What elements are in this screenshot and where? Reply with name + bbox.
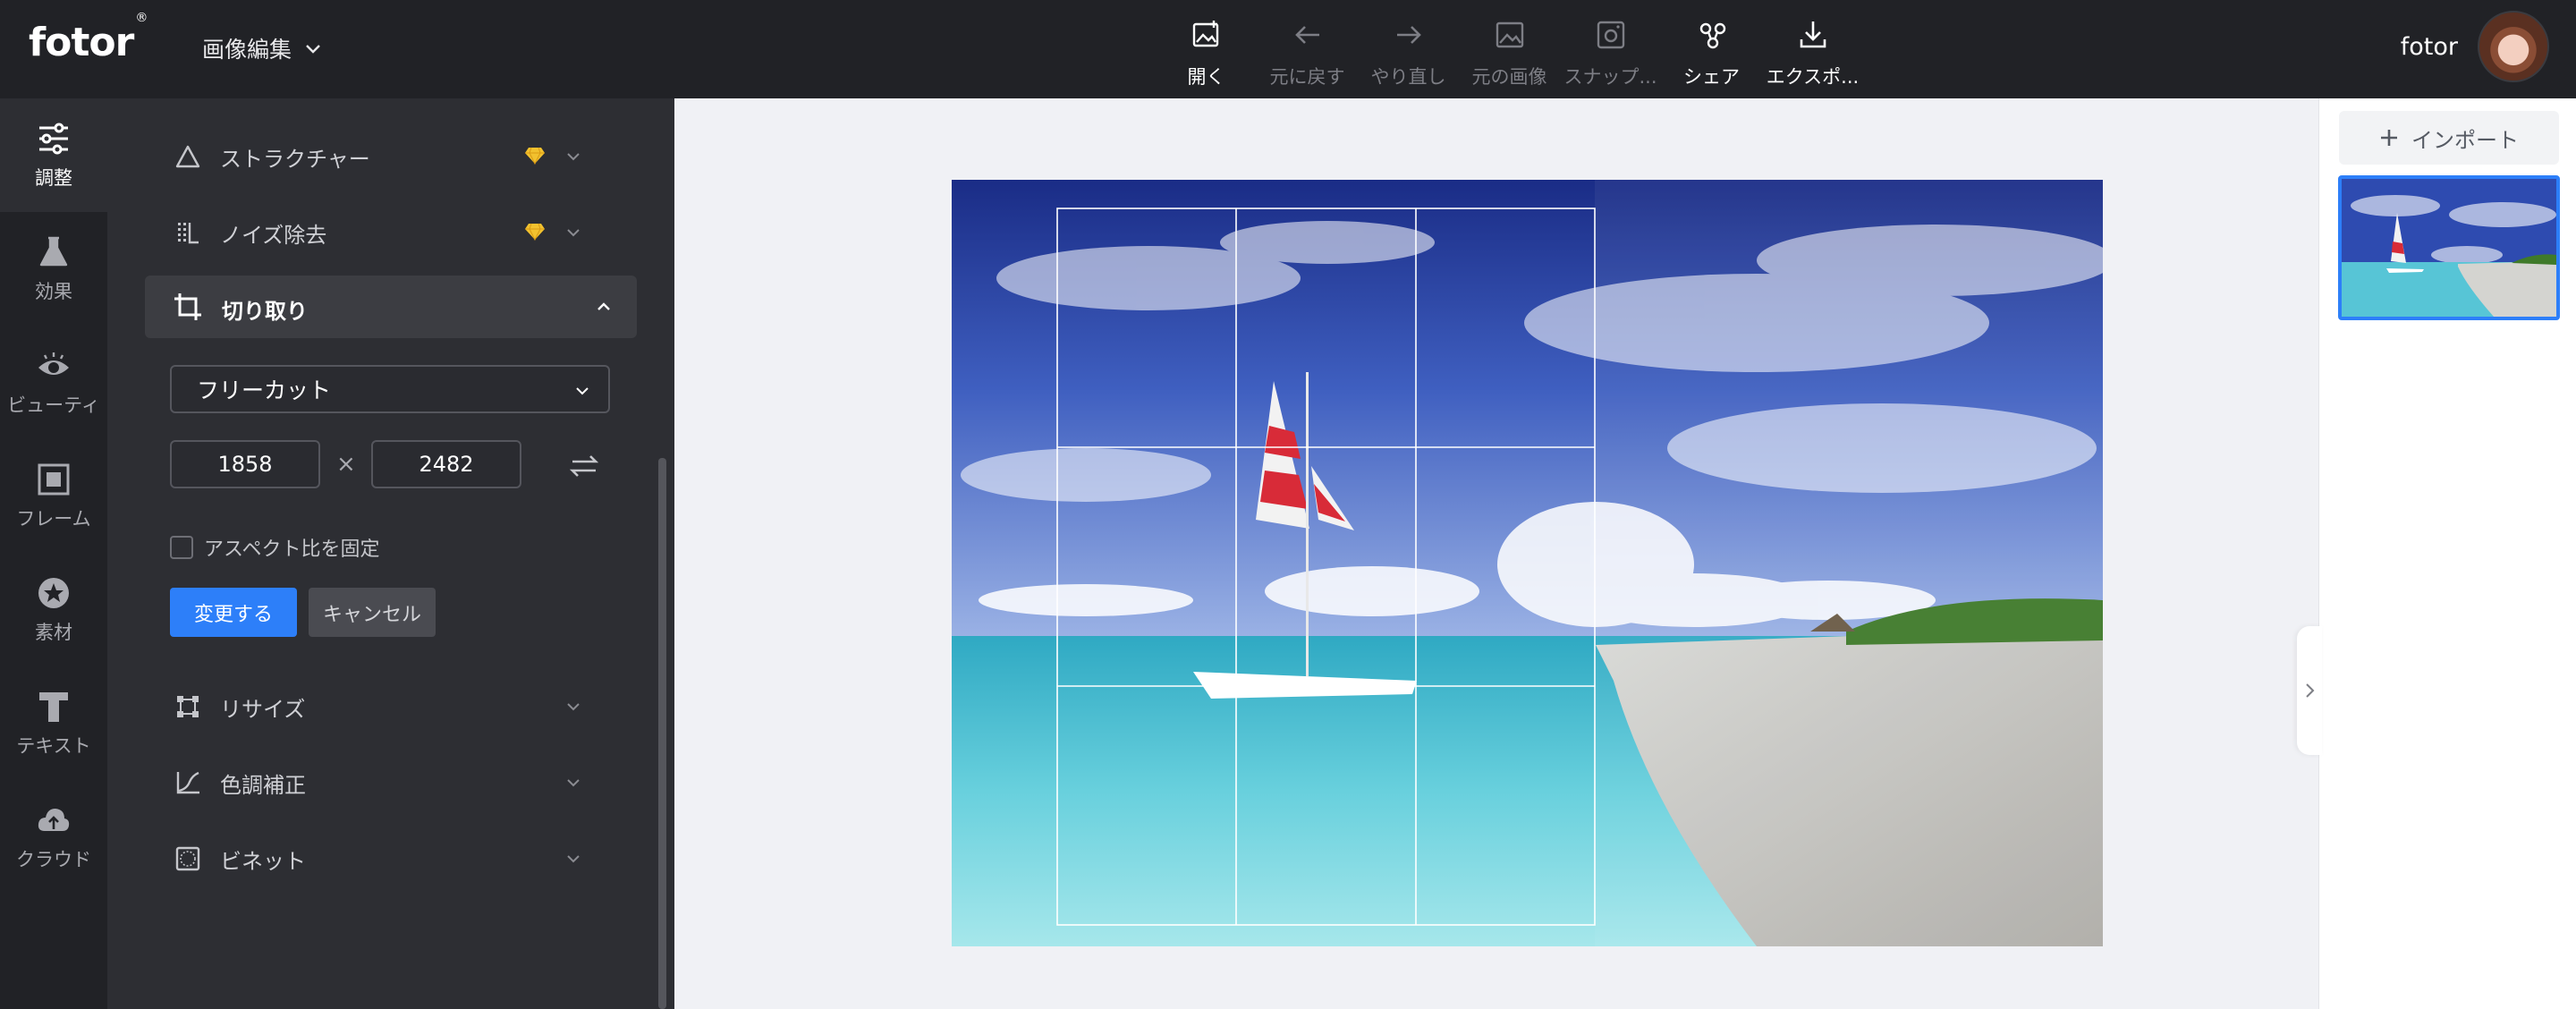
- user-name: fotor: [2400, 32, 2458, 61]
- open-button[interactable]: 開く: [1156, 0, 1257, 98]
- sidebar-item-cloud[interactable]: クラウド: [0, 780, 107, 894]
- resize-section[interactable]: リサイズ: [147, 680, 648, 733]
- sidebar-item-beauty[interactable]: ビューティ: [0, 326, 107, 439]
- structure-section[interactable]: ストラクチャー: [147, 130, 648, 183]
- beach-sailboat-photo[interactable]: [952, 180, 2103, 946]
- import-button[interactable]: インポート: [2339, 111, 2559, 165]
- share-button[interactable]: シェア: [1661, 0, 1762, 98]
- cloud-upload-icon: [38, 808, 70, 831]
- text-t-icon: [39, 691, 68, 722]
- noise-grid-icon: [172, 216, 204, 249]
- cancel-crop-button[interactable]: キャンセル: [309, 588, 436, 637]
- chevron-down-icon: [567, 703, 580, 711]
- sidebar-item-text[interactable]: テキスト: [0, 666, 107, 780]
- frame-icon: [38, 463, 70, 495]
- download-icon: [1794, 16, 1832, 54]
- resize-icon: [172, 691, 204, 723]
- sliders-icon: [39, 123, 68, 154]
- crop-icon: [174, 293, 201, 320]
- vignette-icon: [172, 843, 204, 875]
- checkbox-box[interactable]: [170, 536, 193, 559]
- share-icon: [1693, 16, 1731, 54]
- crop-ratio-select[interactable]: フリーカット: [170, 365, 610, 413]
- sidebar-item-adjust[interactable]: 調整: [0, 98, 107, 212]
- crop-width-input[interactable]: [170, 440, 320, 488]
- crop-height-input[interactable]: [371, 440, 521, 488]
- user-menu[interactable]: fotor: [2401, 11, 2549, 82]
- chevron-down-icon: [567, 229, 580, 237]
- undo-button[interactable]: 元に戻す: [1257, 0, 1358, 98]
- premium-gem-icon: [525, 223, 545, 241]
- chevron-down-icon: [306, 45, 320, 54]
- chevron-down-icon: [576, 387, 589, 395]
- flask-icon: [39, 236, 68, 266]
- undo-arrow-icon: [1289, 16, 1326, 54]
- star-badge-icon: [38, 577, 69, 608]
- redo-arrow-icon: [1390, 16, 1428, 54]
- triangle-icon: [172, 140, 204, 173]
- color-correction-section[interactable]: 色調補正: [147, 756, 648, 810]
- tray-toggle[interactable]: [2297, 626, 2322, 755]
- image-thumbnail[interactable]: [2338, 175, 2560, 320]
- sidebar: 調整 効果 ビューティ フレーム 素材 テキスト クラウド: [0, 98, 107, 1009]
- premium-gem-icon: [525, 147, 545, 165]
- original-image-icon: [1491, 16, 1529, 54]
- swap-dimensions-icon[interactable]: [569, 451, 599, 481]
- export-button[interactable]: エクスポ...: [1762, 0, 1863, 98]
- chevron-down-icon: [567, 855, 580, 863]
- mode-dropdown[interactable]: 画像編集: [202, 32, 322, 64]
- crop-ratio-value: フリーカット: [197, 377, 332, 403]
- editing-canvas[interactable]: [952, 180, 2103, 946]
- chevron-up-icon: [597, 302, 610, 310]
- snapshot-button[interactable]: スナップ...: [1560, 0, 1661, 98]
- snapshot-icon: [1592, 16, 1630, 54]
- avatar[interactable]: [2478, 11, 2549, 82]
- vignette-section[interactable]: ビネット: [147, 832, 648, 886]
- plus-icon: [2381, 130, 2397, 146]
- chevron-down-icon: [567, 153, 580, 161]
- panel-scrollbar[interactable]: [658, 458, 666, 1009]
- chevron-down-icon: [567, 779, 580, 787]
- apply-crop-button[interactable]: 変更する: [170, 588, 297, 637]
- chevron-right-icon: [2306, 683, 2315, 698]
- toolbar: 開く 元に戻す やり直し 元の画像 スナップ... シェア エクスポ...: [1156, 0, 1863, 98]
- curve-icon: [172, 767, 204, 799]
- redo-button[interactable]: やり直し: [1358, 0, 1459, 98]
- sidebar-item-effects[interactable]: 効果: [0, 212, 107, 326]
- crop-section-header[interactable]: 切り取り: [145, 276, 637, 338]
- open-image-icon: [1188, 16, 1225, 54]
- lock-aspect-checkbox[interactable]: アスペクト比を固定: [170, 533, 379, 562]
- denoise-section[interactable]: ノイズ除去: [147, 206, 648, 259]
- sidebar-item-frame[interactable]: フレーム: [0, 439, 107, 553]
- original-image-button[interactable]: 元の画像: [1459, 0, 1560, 98]
- eye-icon: [38, 352, 69, 375]
- fotor-logo[interactable]: fotor®: [29, 11, 148, 65]
- thumbnail-photo: [2342, 179, 2556, 317]
- mode-label: 画像編集: [202, 37, 292, 63]
- sidebar-item-elements[interactable]: 素材: [0, 553, 107, 666]
- top-bar: fotor® 画像編集 開く 元に戻す やり直し 元の画像 スナップ... シェ…: [0, 0, 2576, 98]
- times-sign: ×: [336, 451, 356, 478]
